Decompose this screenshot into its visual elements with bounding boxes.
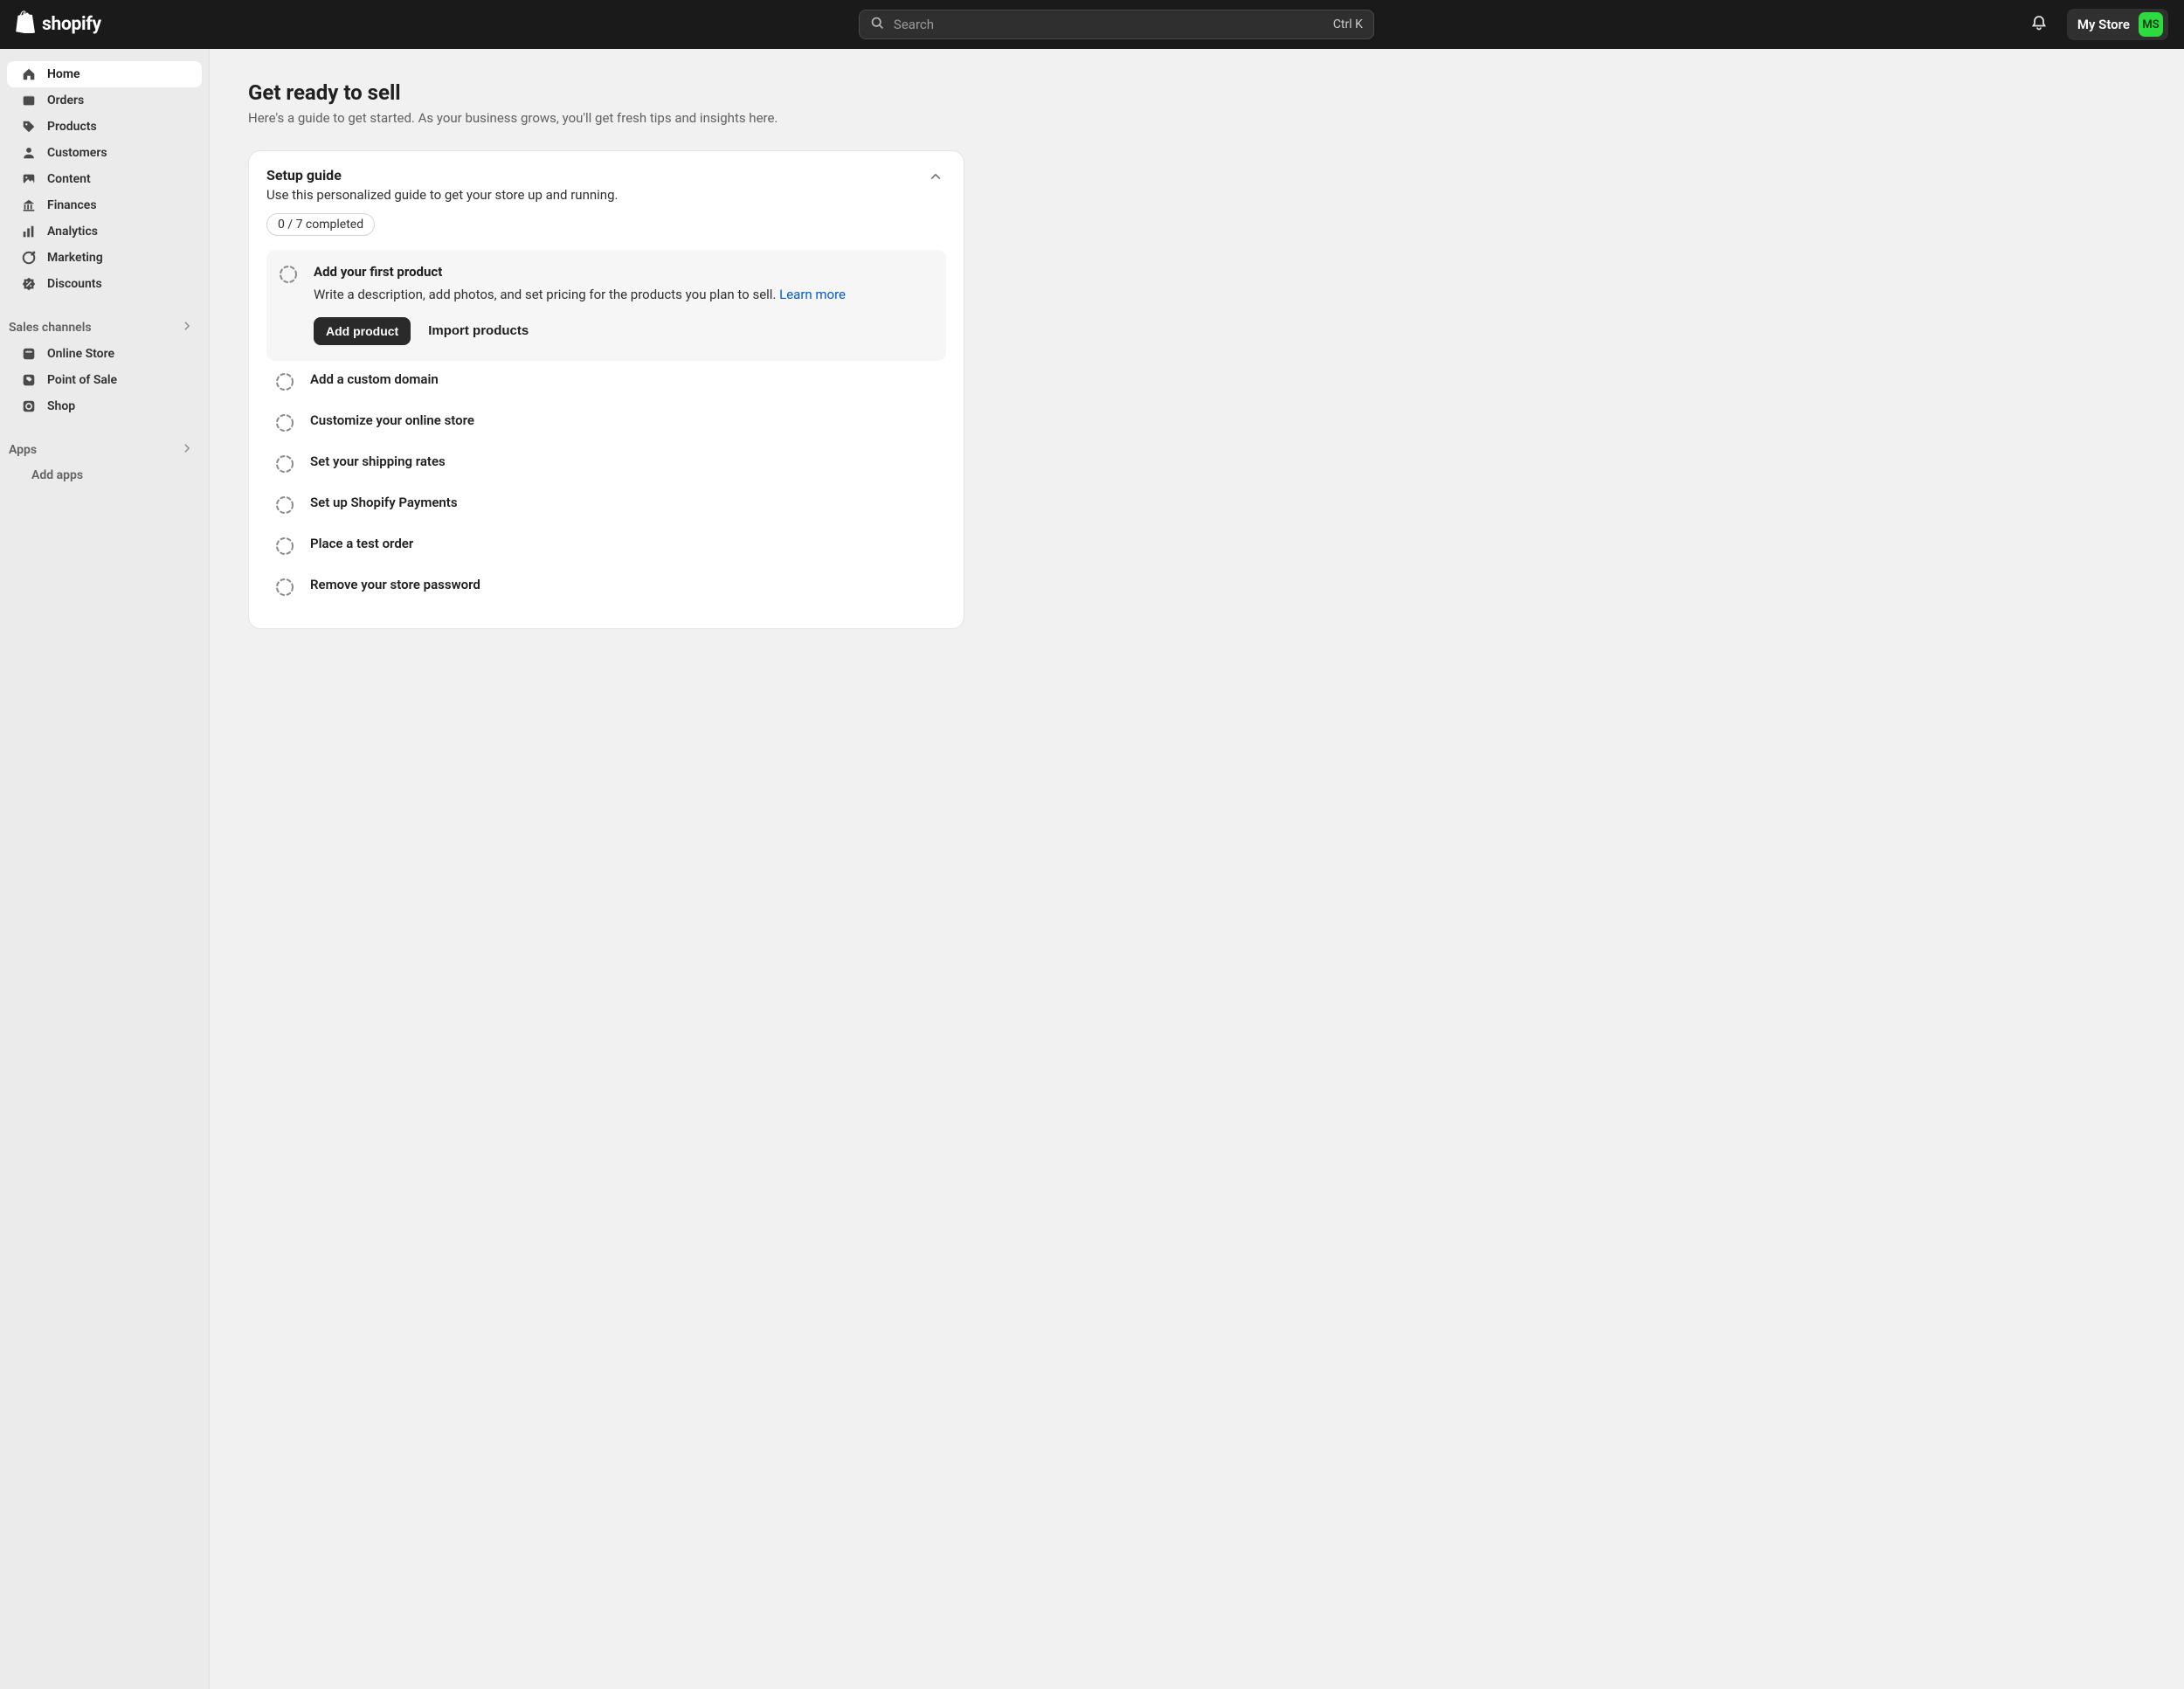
nav-item-orders[interactable]: Orders bbox=[7, 87, 202, 114]
task-incomplete-icon bbox=[279, 265, 298, 284]
store-name: My Store bbox=[2077, 17, 2130, 32]
customers-icon bbox=[21, 145, 37, 161]
add-apps-button[interactable]: Add apps bbox=[7, 463, 202, 488]
setup-guide-title: Setup guide bbox=[266, 167, 618, 183]
setup-task[interactable]: Place a test order bbox=[266, 525, 946, 566]
setup-task[interactable]: Set up Shopify Payments bbox=[266, 484, 946, 525]
nav-item-label: Finances bbox=[47, 199, 97, 211]
setup-task-title: Remove your store password bbox=[310, 577, 937, 592]
search-placeholder: Search bbox=[894, 17, 1324, 32]
setup-guide-card: Setup guide Use this personalized guide … bbox=[248, 150, 964, 629]
nav-item-label: Customers bbox=[47, 147, 107, 159]
setup-task-title: Place a test order bbox=[310, 536, 937, 551]
nav-item-label: Marketing bbox=[47, 252, 103, 264]
setup-task-title: Customize your online store bbox=[310, 412, 937, 428]
marketing-icon bbox=[21, 250, 37, 266]
setup-task-title: Set your shipping rates bbox=[310, 453, 937, 469]
nav-item-home[interactable]: Home bbox=[7, 61, 202, 87]
add-apps-label: Add apps bbox=[31, 468, 83, 482]
setup-task[interactable]: Set your shipping rates bbox=[266, 443, 946, 484]
nav-item-customers[interactable]: Customers bbox=[7, 140, 202, 166]
setup-task[interactable]: Add your first product Write a descriptio… bbox=[266, 250, 946, 361]
setup-guide-subtitle: Use this personalized guide to get your … bbox=[266, 187, 618, 203]
notifications-button[interactable] bbox=[2025, 10, 2053, 38]
store-avatar: MS bbox=[2139, 12, 2163, 37]
nav-item-products[interactable]: Products bbox=[7, 114, 202, 140]
home-icon bbox=[21, 66, 37, 82]
discounts-icon bbox=[21, 276, 37, 292]
page-title: Get ready to sell bbox=[248, 80, 2146, 105]
nav-item-label: Discounts bbox=[47, 278, 102, 290]
channel-item-label: Point of Sale bbox=[47, 374, 117, 386]
task-incomplete-icon bbox=[275, 578, 294, 597]
sales-channels-header[interactable]: Sales channels bbox=[0, 313, 209, 341]
task-incomplete-icon bbox=[275, 495, 294, 515]
task-incomplete-icon bbox=[275, 372, 294, 391]
nav-item-content[interactable]: Content bbox=[7, 166, 202, 192]
shopify-bag-icon bbox=[16, 10, 37, 38]
products-icon bbox=[21, 119, 37, 135]
main-content: Get ready to sell Here's a guide to get … bbox=[210, 49, 2184, 1689]
chevron-right-icon bbox=[181, 320, 193, 336]
nav-item-marketing[interactable]: Marketing bbox=[7, 245, 202, 271]
analytics-icon bbox=[21, 224, 37, 239]
setup-task-title: Add a custom domain bbox=[310, 371, 937, 387]
channel-item-point-of-sale[interactable]: Point of Sale bbox=[7, 367, 202, 393]
chevron-up-icon bbox=[929, 174, 943, 188]
learn-more-link[interactable]: Learn more bbox=[779, 287, 846, 302]
brand-logo[interactable]: shopify bbox=[16, 10, 208, 38]
sidebar: Home Orders Products Customers Content Financ… bbox=[0, 49, 210, 1689]
bell-icon bbox=[2030, 14, 2048, 35]
nav-item-label: Orders bbox=[47, 94, 84, 107]
search-input[interactable]: Search Ctrl K bbox=[859, 10, 1374, 39]
pos-icon bbox=[21, 372, 37, 388]
finances-icon bbox=[21, 197, 37, 213]
online-store-icon bbox=[21, 346, 37, 362]
chevron-right-icon bbox=[181, 442, 193, 458]
search-icon bbox=[870, 16, 885, 34]
collapse-button[interactable] bbox=[925, 167, 946, 191]
setup-task[interactable]: Remove your store password bbox=[266, 566, 946, 607]
nav-item-label: Content bbox=[47, 173, 91, 185]
import-products-button[interactable]: Import products bbox=[428, 323, 529, 338]
setup-task-title: Set up Shopify Payments bbox=[310, 495, 937, 510]
sales-channels-label: Sales channels bbox=[9, 321, 92, 335]
nav-item-discounts[interactable]: Discounts bbox=[7, 271, 202, 297]
channel-item-shop[interactable]: Shop bbox=[7, 393, 202, 419]
apps-header[interactable]: Apps bbox=[0, 435, 209, 463]
setup-task[interactable]: Customize your online store bbox=[266, 402, 946, 443]
search-shortcut: Ctrl K bbox=[1333, 17, 1363, 31]
channel-item-online-store[interactable]: Online Store bbox=[7, 341, 202, 367]
task-incomplete-icon bbox=[275, 536, 294, 556]
task-incomplete-icon bbox=[275, 413, 294, 433]
topbar: shopify Search Ctrl K My Store MS bbox=[0, 0, 2184, 49]
nav-item-label: Analytics bbox=[47, 225, 98, 238]
nav-item-label: Home bbox=[47, 68, 80, 80]
store-switcher[interactable]: My Store MS bbox=[2067, 9, 2168, 40]
add-product-button[interactable]: Add product bbox=[314, 317, 411, 345]
content-icon bbox=[21, 171, 37, 187]
nav-item-analytics[interactable]: Analytics bbox=[7, 218, 202, 245]
page-subtitle: Here's a guide to get started. As your b… bbox=[248, 110, 2146, 126]
apps-label: Apps bbox=[9, 443, 37, 457]
setup-progress-pill: 0 / 7 completed bbox=[266, 213, 375, 236]
setup-task-title: Add your first product bbox=[314, 264, 934, 280]
orders-icon bbox=[21, 93, 37, 108]
shop-icon bbox=[21, 398, 37, 414]
setup-task[interactable]: Add a custom domain bbox=[266, 361, 946, 402]
brand-name: shopify bbox=[42, 14, 101, 35]
setup-task-description: Write a description, add photos, and set… bbox=[314, 285, 934, 305]
nav-item-finances[interactable]: Finances bbox=[7, 192, 202, 218]
nav-item-label: Products bbox=[47, 121, 97, 133]
channel-item-label: Online Store bbox=[47, 348, 114, 360]
channel-item-label: Shop bbox=[47, 400, 75, 412]
task-incomplete-icon bbox=[275, 454, 294, 474]
